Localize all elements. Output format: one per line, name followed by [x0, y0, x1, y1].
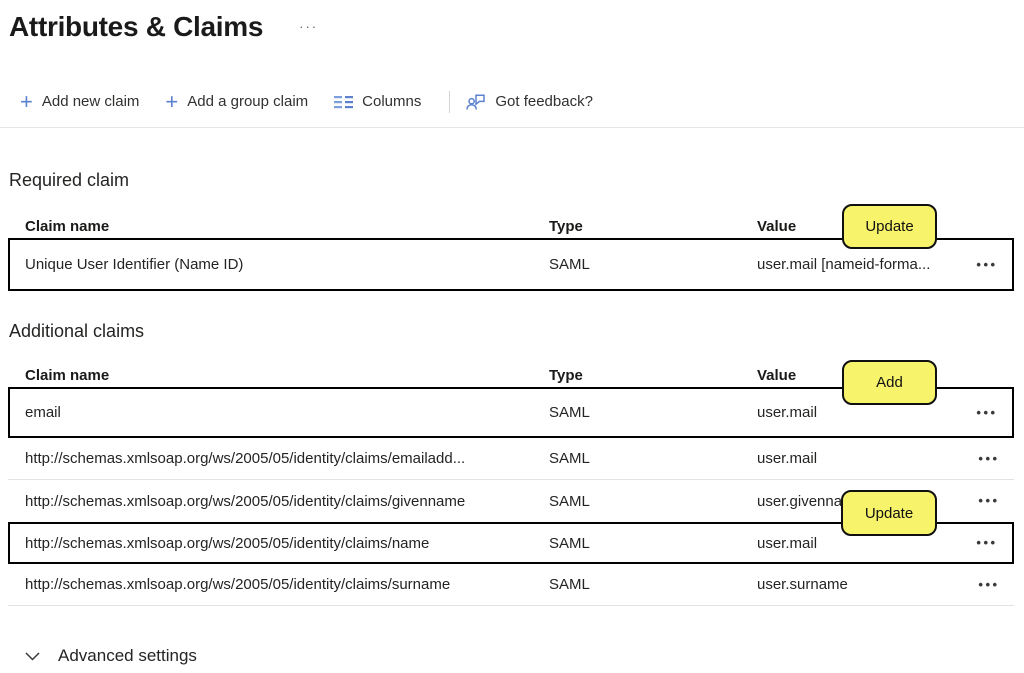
row-menu-ellipsis-icon[interactable]: •••	[975, 494, 999, 507]
page-overflow-menu-icon[interactable]: ···	[299, 20, 318, 33]
type-cell: SAML	[549, 492, 590, 510]
add-group-claim-label: Add a group claim	[187, 93, 309, 110]
type-cell: SAML	[549, 576, 590, 593]
claim-name-cell: http://schemas.xmlsoap.org/ws/2005/05/id…	[25, 450, 466, 467]
required-claim-title: Required claim	[9, 170, 130, 190]
claim-name-cell: email	[25, 404, 61, 421]
page-header: Attributes & Claims ···	[0, 0, 1024, 50]
additional-claims-title: Additional claims	[9, 321, 145, 341]
type-cell: SAML	[549, 450, 590, 467]
value-cell: user.mail [nameid-forma...	[757, 256, 931, 273]
got-feedback-button[interactable]: Got feedback?	[466, 92, 593, 111]
columns-button[interactable]: Columns	[334, 93, 421, 110]
claim-name-cell: http://schemas.xmlsoap.org/ws/2005/05/id…	[25, 576, 451, 593]
claim-name-cell: http://schemas.xmlsoap.org/ws/2005/05/id…	[25, 492, 466, 510]
value-cell: user.mail	[757, 534, 818, 552]
annotation-sticker-update-required: Update	[842, 204, 937, 249]
value-cell: user.surname	[757, 576, 848, 593]
row-menu-ellipsis-icon[interactable]: •••	[975, 578, 999, 591]
annotation-sticker-update-name: Update	[841, 490, 937, 536]
row-menu-ellipsis-icon[interactable]: •••	[975, 452, 999, 465]
claim-name-cell: http://schemas.xmlsoap.org/ws/2005/05/id…	[25, 534, 430, 552]
table-row-surname[interactable]: http://schemas.xmlsoap.org/ws/2005/05/id…	[8, 564, 1014, 606]
row-menu-ellipsis-icon[interactable]: •••	[973, 406, 997, 419]
columns-label: Columns	[362, 93, 422, 110]
type-cell: SAML	[549, 404, 590, 421]
column-header-type: Type	[549, 217, 583, 235]
column-header-claim-name: Claim name	[25, 217, 110, 235]
add-new-claim-button[interactable]: + Add new claim	[20, 88, 140, 114]
type-cell: SAML	[549, 534, 590, 552]
advanced-settings-toggle[interactable]: Advanced settings	[25, 646, 1024, 666]
command-bar: + Add new claim + Add a group claim Colu…	[0, 50, 1024, 128]
columns-icon	[334, 95, 354, 109]
got-feedback-label: Got feedback?	[495, 93, 593, 110]
attributes-claims-page: Attributes & Claims ··· + Add new claim …	[0, 0, 1024, 673]
row-menu-ellipsis-icon[interactable]: •••	[973, 258, 997, 271]
value-cell: user.mail	[757, 404, 818, 421]
annotation-sticker-add-email: Add	[842, 360, 937, 405]
toolbar-divider	[449, 90, 451, 113]
claim-name-cell: Unique User Identifier (Name ID)	[25, 256, 244, 273]
add-new-claim-label: Add new claim	[41, 93, 140, 110]
column-header-claim-name: Claim name	[25, 366, 110, 384]
row-menu-ellipsis-icon[interactable]: •••	[973, 536, 997, 549]
table-row-emailaddress[interactable]: http://schemas.xmlsoap.org/ws/2005/05/id…	[8, 438, 1014, 480]
plus-icon: +	[20, 88, 33, 114]
type-cell: SAML	[549, 256, 590, 273]
column-header-type: Type	[549, 366, 583, 384]
page-title: Attributes & Claims	[9, 11, 264, 42]
chevron-down-icon	[25, 651, 40, 661]
plus-icon: +	[165, 88, 179, 114]
advanced-settings-label: Advanced settings	[58, 646, 197, 665]
value-cell: user.mail	[757, 450, 818, 467]
feedback-icon	[466, 92, 486, 111]
add-group-claim-button[interactable]: + Add a group claim	[165, 88, 309, 114]
